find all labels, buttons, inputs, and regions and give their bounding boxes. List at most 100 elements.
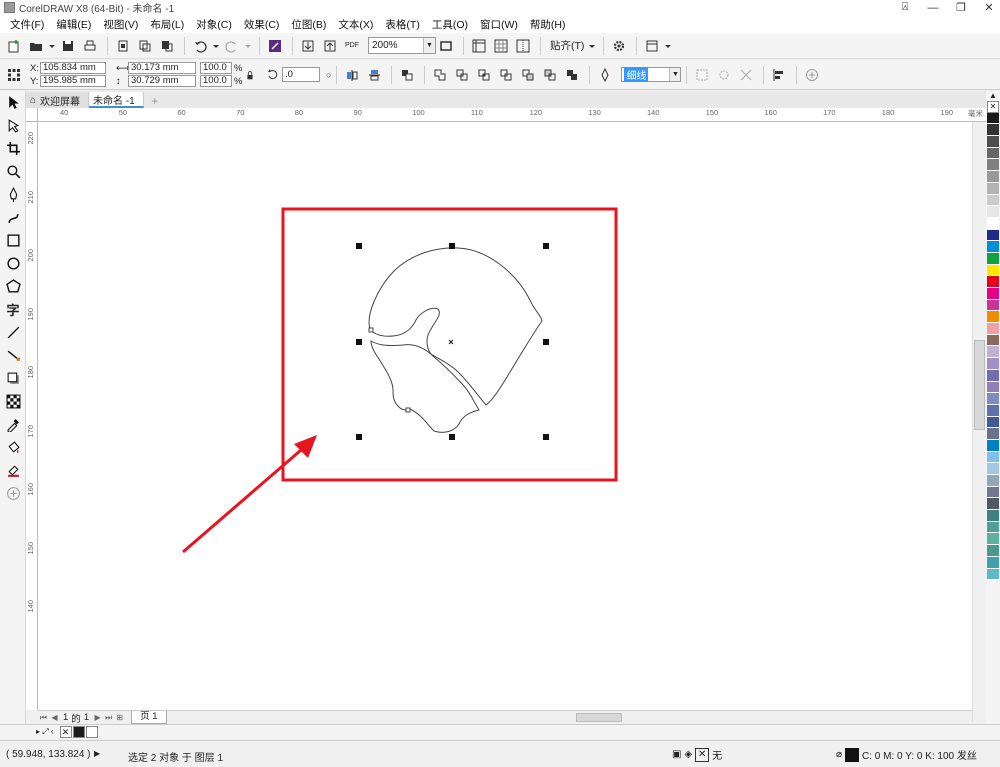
x-position-input[interactable]: 105.834 mm (40, 62, 106, 74)
color-swatch[interactable] (987, 475, 999, 487)
vertical-ruler[interactable]: 220 210 200 190 180 170 160 150 140 (26, 122, 38, 710)
quick-customize-button[interactable] (802, 65, 822, 85)
color-swatch[interactable] (987, 264, 999, 277)
selection-handle[interactable] (356, 434, 362, 440)
create-boundary-button[interactable] (562, 65, 582, 85)
align-distribute-button[interactable] (769, 65, 789, 85)
snap-to-menu[interactable]: 贴齐(T) (550, 38, 584, 53)
snap-dropdown[interactable] (588, 36, 596, 56)
selection-handle[interactable] (356, 243, 362, 249)
color-swatch[interactable] (987, 381, 999, 394)
full-screen-button[interactable] (436, 36, 456, 56)
color-eyedropper-tool[interactable] (0, 413, 26, 436)
color-swatch[interactable] (987, 136, 999, 148)
color-swatch[interactable] (987, 194, 999, 207)
publish-button[interactable] (157, 36, 177, 56)
import-button[interactable] (113, 36, 133, 56)
color-swatch[interactable] (987, 311, 999, 324)
document-color-swatch[interactable] (85, 726, 98, 738)
undo-button[interactable] (190, 36, 210, 56)
simplify-button[interactable] (496, 65, 516, 85)
first-page-button[interactable]: ⏮ (38, 713, 49, 723)
export-pdf-button[interactable]: PDF (342, 36, 362, 56)
scale-y-input[interactable]: 100.0 (200, 75, 232, 87)
menu-bitmaps[interactable]: 位图(B) (285, 17, 332, 32)
text-tool[interactable]: 字 (0, 298, 26, 321)
color-swatch[interactable] (987, 416, 999, 429)
color-swatch[interactable] (987, 486, 999, 499)
export-file-button[interactable] (320, 36, 340, 56)
vertical-scrollbar[interactable] (972, 122, 986, 722)
horizontal-scroll-thumb[interactable] (576, 713, 622, 722)
color-swatch[interactable] (987, 159, 999, 172)
quick-trace-button[interactable] (714, 65, 734, 85)
node-marker[interactable] (368, 327, 374, 333)
show-rulers-button[interactable] (469, 36, 489, 56)
prev-page-button[interactable]: ◀ (49, 713, 60, 722)
selection-handle[interactable] (356, 339, 362, 345)
color-swatch[interactable] (987, 451, 999, 464)
node-marker[interactable] (405, 407, 411, 413)
minimize-button[interactable]: — (926, 2, 940, 14)
rectangle-tool[interactable] (0, 229, 26, 252)
transparency-tool[interactable] (0, 390, 26, 413)
horizontal-scrollbar[interactable] (516, 710, 972, 724)
no-color-swatch[interactable]: ✕ (987, 101, 999, 113)
outline-width-select[interactable]: 细线 ▼ (621, 67, 682, 82)
artistic-media-tool[interactable] (0, 206, 26, 229)
color-swatch[interactable] (987, 556, 999, 569)
selection-handle[interactable] (543, 339, 549, 345)
color-swatch[interactable] (987, 206, 999, 218)
color-swatch[interactable] (987, 393, 999, 405)
color-swatch[interactable] (987, 439, 999, 452)
vertical-scroll-thumb[interactable] (974, 340, 985, 430)
import-file-button[interactable] (298, 36, 318, 56)
color-swatch[interactable] (987, 276, 999, 288)
add-tool-button[interactable] (0, 482, 26, 505)
smart-fill-tool[interactable] (0, 459, 26, 482)
drawing-canvas[interactable] (38, 122, 972, 710)
outline-pen-button[interactable] (595, 65, 615, 85)
search-content-button[interactable] (265, 36, 285, 56)
front-minus-back-button[interactable] (518, 65, 538, 85)
break-apart-button[interactable] (736, 65, 756, 85)
lock-ratio-button[interactable] (244, 65, 256, 85)
color-swatch[interactable] (987, 229, 999, 242)
horizontal-ruler[interactable]: 毫米 40 50 60 70 80 90 100 110 120 130 140 150 160 170 1… (38, 108, 986, 122)
open-dropdown[interactable] (48, 36, 56, 56)
color-swatch[interactable] (987, 521, 999, 534)
color-swatch[interactable] (987, 358, 999, 370)
menu-tools[interactable]: 工具(O) (426, 17, 474, 32)
tab-welcome-screen[interactable]: ⌂ 欢迎屏幕 (26, 92, 90, 108)
menu-table[interactable]: 表格(T) (379, 17, 425, 32)
color-swatch[interactable] (987, 323, 999, 335)
no-color-swatch[interactable]: ✕ (59, 726, 72, 738)
menu-window[interactable]: 窗口(W) (474, 17, 524, 32)
menu-view[interactable]: 视图(V) (97, 17, 144, 32)
crop-tool[interactable] (0, 137, 26, 160)
color-swatch[interactable] (987, 463, 999, 475)
print-button[interactable] (80, 36, 100, 56)
pick-tool[interactable] (0, 91, 26, 114)
menu-file[interactable]: 文件(F) (4, 17, 50, 32)
color-swatch[interactable] (987, 241, 999, 253)
color-swatch[interactable] (987, 545, 999, 557)
undo-dropdown[interactable] (212, 36, 220, 56)
selection-handle[interactable] (543, 243, 549, 249)
color-swatch[interactable] (987, 171, 999, 183)
freehand-tool[interactable] (0, 183, 26, 206)
intersect-button[interactable] (474, 65, 494, 85)
color-swatch[interactable] (987, 112, 999, 125)
menu-help[interactable]: 帮助(H) (524, 17, 572, 32)
height-input[interactable]: 30.729 mm (128, 75, 196, 87)
new-tab-button[interactable]: + (148, 94, 162, 108)
document-color-swatch[interactable] (72, 726, 85, 738)
last-page-button[interactable]: ⏭ (103, 713, 114, 723)
vector-shape-face[interactable] (370, 340, 480, 433)
mirror-vertical-button[interactable] (364, 65, 384, 85)
color-swatch[interactable] (987, 217, 999, 230)
close-button[interactable]: ✕ (982, 1, 996, 14)
color-swatch[interactable] (987, 299, 999, 312)
show-grid-button[interactable] (491, 36, 511, 56)
parallel-dimension-tool[interactable] (0, 321, 26, 344)
